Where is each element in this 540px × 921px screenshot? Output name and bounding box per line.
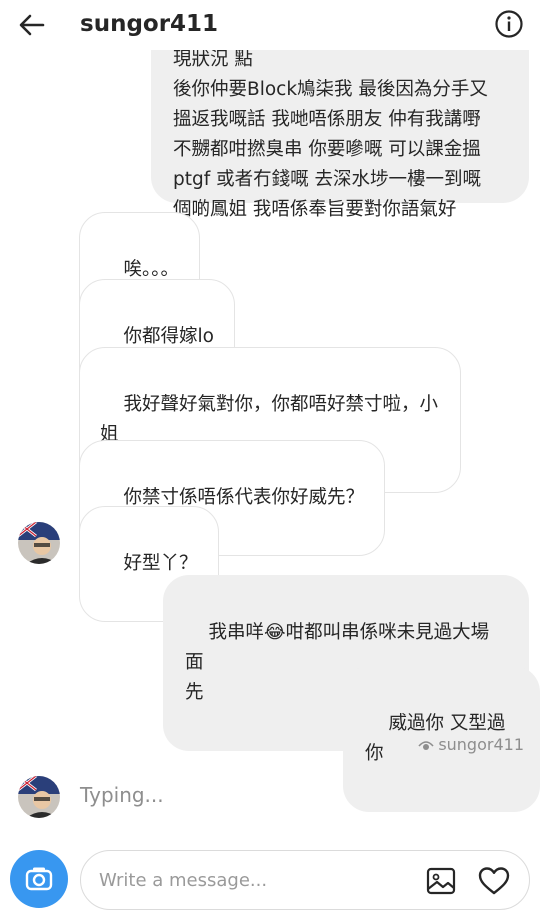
gallery-icon	[426, 867, 456, 895]
back-button[interactable]	[16, 9, 48, 41]
gallery-button[interactable]	[425, 865, 457, 897]
message-text: 好型丫？	[123, 553, 198, 574]
message-text: 我串咩	[208, 622, 265, 643]
info-icon	[495, 10, 523, 38]
chat-header: sungor411	[0, 0, 540, 50]
message-composer	[10, 848, 530, 912]
contact-avatar[interactable]	[18, 776, 60, 818]
camera-icon	[25, 867, 53, 891]
message-text: 唉。。。	[123, 259, 180, 280]
contact-avatar[interactable]	[18, 522, 60, 564]
message-text: 你都得嫁lo	[123, 326, 214, 347]
laughing-emoji: 😂	[264, 622, 286, 643]
message-text: 我好聲好氣對你，你都唔好禁寸啦，小 姐	[100, 394, 439, 445]
seen-username: sungor411	[438, 735, 524, 754]
info-button[interactable]	[494, 9, 524, 39]
message-list[interactable]: 如果因為你講咗衰嘢我係身上只會出現狀況 點 後你仲要Block鳩柒我 最後因為分…	[0, 0, 540, 840]
typing-indicator: Typing...	[80, 783, 164, 807]
camera-button[interactable]	[10, 850, 68, 908]
chat-username[interactable]: sungor411	[80, 9, 218, 39]
message-text: 你禁寸係唔係代表你好威先？	[123, 487, 365, 508]
message-input[interactable]	[99, 865, 409, 895]
eye-icon	[418, 740, 434, 750]
heart-icon	[478, 867, 510, 895]
back-arrow-icon	[19, 14, 45, 36]
avatar-image	[18, 522, 60, 564]
seen-indicator: sungor411	[418, 735, 524, 754]
avatar-image	[18, 776, 60, 818]
message-input-container	[80, 850, 530, 910]
like-button[interactable]	[477, 864, 511, 898]
